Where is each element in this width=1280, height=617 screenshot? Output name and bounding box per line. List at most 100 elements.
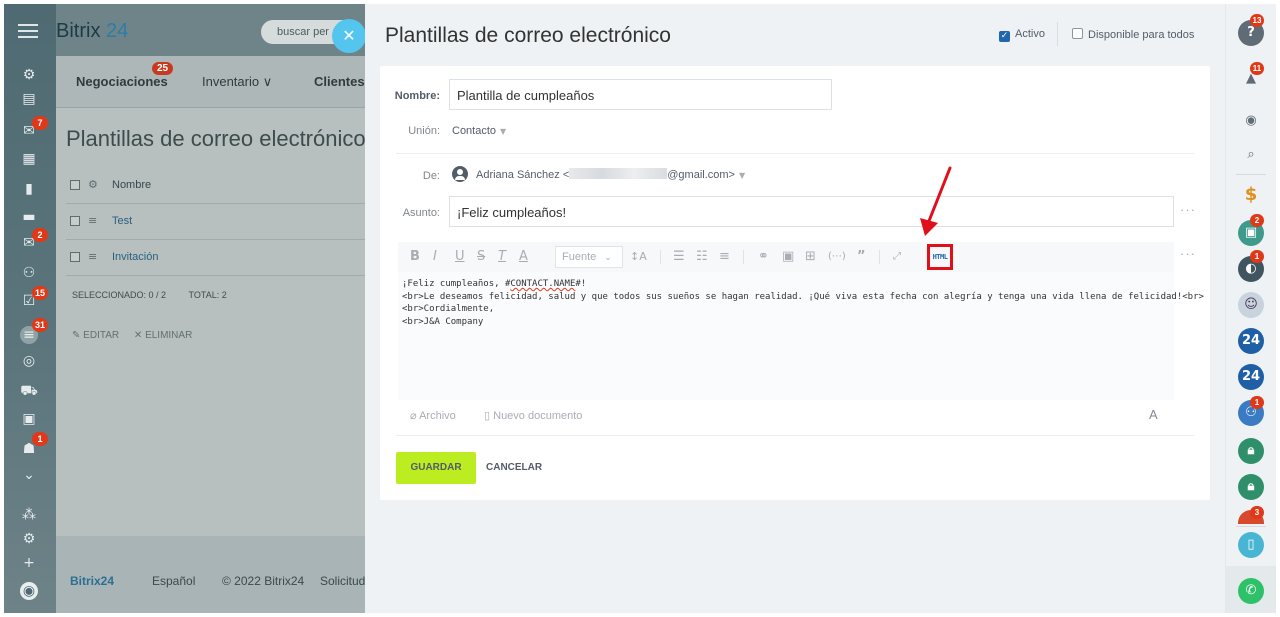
tab-inventory[interactable]: Inventario ∨	[202, 74, 272, 90]
html-button[interactable]: HTML	[927, 244, 953, 270]
tab-deals[interactable]: Negociaciones	[76, 74, 168, 89]
font-size-icon[interactable]: ↕A	[630, 248, 647, 266]
fullscreen-icon[interactable]: ⤢	[893, 248, 901, 266]
ordered-list-icon[interactable]: ☰	[673, 248, 685, 266]
b24-icon[interactable]: 24	[1238, 328, 1264, 354]
bold-icon[interactable]: B	[410, 248, 420, 266]
font-select[interactable]: Fuente ⌄	[555, 246, 623, 268]
shop-icon[interactable]: ⛟	[20, 382, 38, 400]
table-row[interactable]: ≡ Test	[66, 204, 376, 240]
available-label: Disponible para todos	[1088, 29, 1195, 41]
subject-field[interactable]: ¡Feliz cumpleaños!	[449, 196, 1174, 227]
gear-icon[interactable]: ⚙	[88, 178, 98, 191]
quote-icon[interactable]: ”	[857, 248, 866, 266]
account-icon[interactable]: ◉	[20, 582, 38, 600]
code-icon[interactable]: (⋯)	[828, 248, 846, 266]
table-row[interactable]: ≡ Invitación	[66, 240, 376, 276]
crm-tabs: Negociaciones 25 Inventario ∨ Clientes	[56, 56, 376, 108]
active-checkbox[interactable]: ✓ Activo	[999, 28, 1045, 42]
italic-icon[interactable]: I	[433, 248, 437, 266]
body-line: <br>J&A Company	[402, 316, 484, 327]
bell-badge: 11	[1250, 62, 1264, 75]
table-icon[interactable]: ⊞	[805, 248, 816, 266]
more-icon[interactable]: ···	[1180, 246, 1196, 261]
settings-icon[interactable]: ⚙	[20, 530, 38, 548]
brand-logo[interactable]: Bitrix 24	[56, 20, 128, 43]
from-select[interactable]: Adriana Sánchez < @gmail.com> ▼	[452, 166, 745, 182]
align-icon[interactable]: ≡	[719, 248, 730, 266]
widgets-icon[interactable]: ⚙	[20, 66, 38, 84]
language-select[interactable]: Español	[152, 574, 195, 588]
calendar-icon[interactable]: ▦	[20, 150, 38, 168]
menu-icon[interactable]: ≡	[88, 214, 97, 227]
name-label: Nombre:	[394, 90, 440, 102]
drive-icon[interactable]: ▬	[20, 208, 38, 226]
row-checkbox[interactable]	[70, 252, 80, 262]
email-template-panel: Plantillas de correo electrónico ✓ Activo…	[365, 4, 1225, 613]
divider	[879, 250, 880, 264]
delete-button[interactable]: ELIMINAR	[145, 330, 192, 341]
chat-icon[interactable]: ◉	[1238, 108, 1264, 134]
strikethrough-icon[interactable]: S	[477, 248, 485, 266]
row-link[interactable]: Test	[112, 215, 132, 227]
column-name[interactable]: Nombre	[112, 179, 151, 191]
save-button[interactable]: GUARDAR	[396, 452, 476, 484]
email-body-editor[interactable]: ¡Feliz cumpleaños, #CONTACT.NAME#! <br>L…	[398, 272, 1204, 400]
add-icon[interactable]: +	[20, 554, 38, 572]
union-select[interactable]: Contacto ▼	[452, 125, 506, 137]
link-icon[interactable]: ⚭	[758, 248, 769, 266]
bullet-list-icon[interactable]: ☷	[696, 248, 708, 266]
divider	[1236, 526, 1266, 527]
close-icon[interactable]: ✕	[332, 19, 366, 53]
contacts-icon[interactable]: ▣	[20, 410, 38, 428]
brand-suffix: 24	[106, 20, 129, 42]
text-color-icon[interactable]: A	[519, 248, 528, 266]
page-title: Plantillas de correo electrónico	[66, 126, 366, 151]
phone-icon[interactable]: ✆	[1238, 578, 1264, 604]
text-format-icon[interactable]: A	[1149, 407, 1158, 422]
selection-status: SELECCIONADO: 0 / 2 TOTAL: 2	[72, 290, 227, 300]
phone-device-icon[interactable]: ▯	[1238, 532, 1264, 558]
new-document-button[interactable]: ▯ Nuevo documento	[484, 409, 582, 422]
target-icon[interactable]: ◎	[20, 352, 38, 370]
menu-icon[interactable]: ≡	[88, 250, 97, 263]
document-icon: ▯	[484, 410, 491, 422]
search-icon[interactable]: ⌕	[1238, 142, 1264, 168]
attach-file-button[interactable]: ⌀ Archivo	[410, 409, 456, 422]
background-page: Bitrix 24 buscar per Negociaciones 25 In…	[56, 4, 376, 613]
image-icon[interactable]: ▣	[782, 248, 794, 266]
groups-icon[interactable]: ⚇	[20, 264, 38, 282]
total-count: TOTAL: 2	[188, 290, 227, 300]
clear-format-icon[interactable]: T	[498, 248, 506, 266]
divider	[1057, 22, 1058, 46]
dollar-icon[interactable]: $	[1238, 182, 1264, 208]
name-field[interactable]: Plantilla de cumpleaños	[449, 79, 832, 110]
b24-icon[interactable]: 24	[1238, 364, 1264, 390]
tasks-icon[interactable]: ▤	[20, 90, 38, 108]
available-checkbox[interactable]: Disponible para todos	[1072, 28, 1194, 41]
new-document-label: Nuevo documento	[493, 410, 583, 422]
union-value: Contacto	[452, 125, 497, 137]
row-link[interactable]: Invitación	[112, 251, 158, 263]
menu-icon[interactable]	[18, 24, 38, 38]
more-icon[interactable]: ···	[1180, 202, 1196, 217]
tab-clients[interactable]: Clientes	[314, 74, 365, 89]
sitemap-icon[interactable]: ⁂	[20, 506, 38, 524]
chevron-down-icon[interactable]: ⌄	[20, 466, 38, 484]
body-line: <br>Cordialmente,	[402, 304, 495, 314]
edit-button[interactable]: EDITAR	[83, 330, 119, 341]
documents-icon[interactable]: ▮	[20, 180, 38, 198]
footer-brand[interactable]: Bitrix24	[70, 574, 114, 588]
avatar	[452, 166, 468, 182]
select-all-checkbox[interactable]	[70, 180, 80, 190]
request-link[interactable]: Solicitud	[320, 574, 365, 588]
underline-icon[interactable]: U	[455, 248, 465, 266]
from-name: Adriana Sánchez <	[476, 169, 570, 181]
row-checkbox[interactable]	[70, 216, 80, 226]
cancel-button[interactable]: CANCELAR	[486, 462, 542, 473]
avatar[interactable]: ☺	[1238, 292, 1264, 318]
redacted-email	[569, 168, 668, 179]
lock-icon[interactable]: 🔒︎	[1238, 438, 1264, 464]
lock-icon[interactable]: 🔒︎	[1238, 474, 1264, 500]
chat-badge: 7	[32, 116, 48, 130]
